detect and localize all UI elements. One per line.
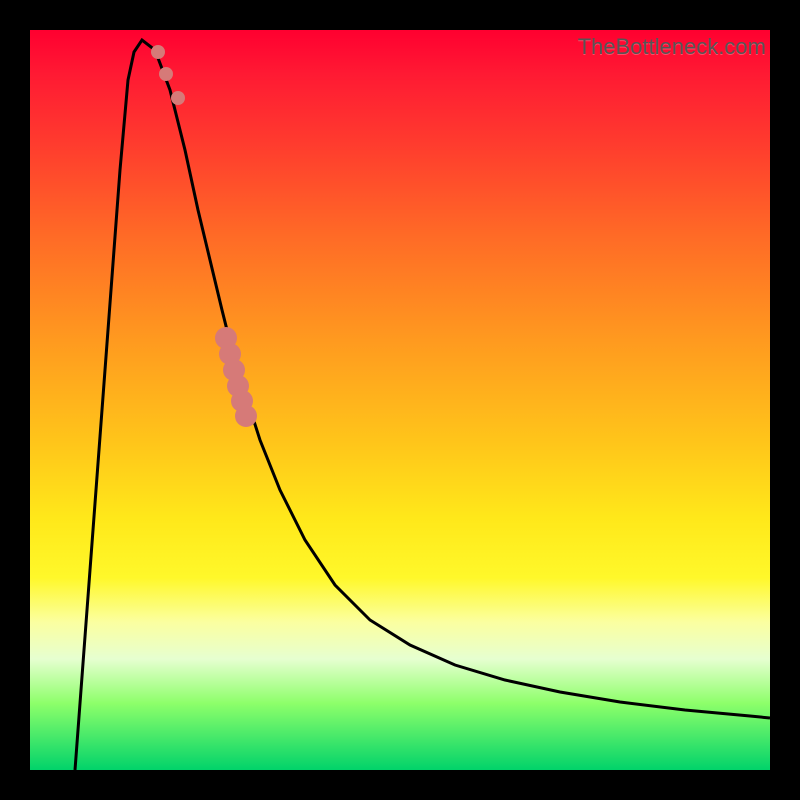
highlight-markers (151, 45, 257, 427)
marker-dot (235, 405, 257, 427)
marker-dot (219, 343, 241, 365)
marker-dot (171, 91, 185, 105)
marker-dot (151, 45, 165, 59)
bottleneck-curve (75, 40, 770, 770)
chart-panel: TheBottleneck.com (30, 30, 770, 770)
chart-frame: TheBottleneck.com (0, 0, 800, 800)
marker-dot (223, 359, 245, 381)
marker-dot (231, 390, 253, 412)
marker-dot (215, 327, 237, 349)
marker-dot (159, 67, 173, 81)
watermark: TheBottleneck.com (578, 34, 766, 60)
marker-dot (227, 375, 249, 397)
chart-svg (30, 30, 770, 770)
